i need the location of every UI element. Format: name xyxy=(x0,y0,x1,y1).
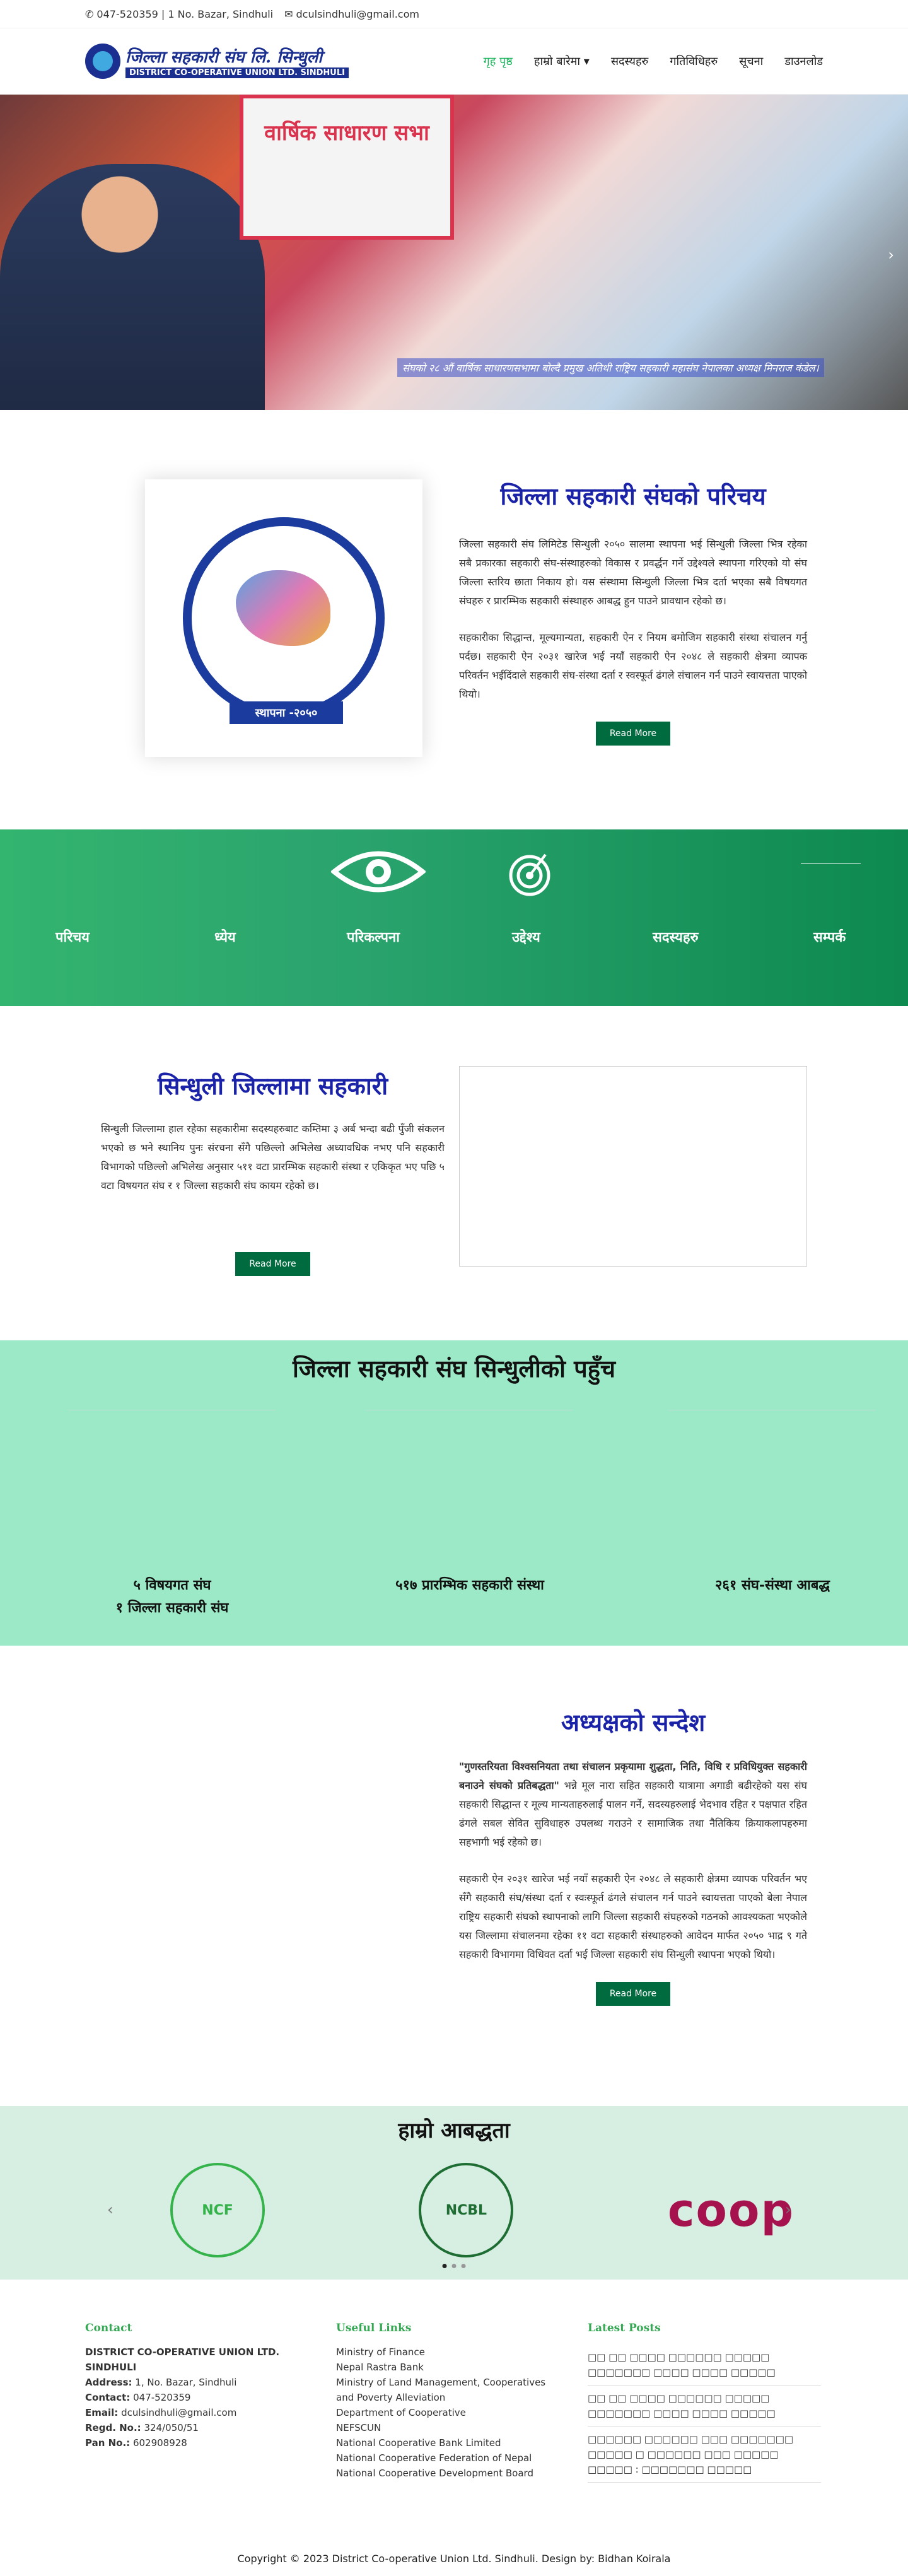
ncbl-logo[interactable]: NCBL xyxy=(419,2163,514,2257)
seal-icon: स्थापना -२०५० xyxy=(183,517,385,724)
message-para-1: "गुणस्तरियता विश्वसनियता तथा संचालन प्रक… xyxy=(459,1760,807,1848)
message-title: अध्यक्षको सन्देश xyxy=(561,1708,706,1736)
footer-link[interactable]: Department of Cooperative xyxy=(336,2405,563,2420)
chevron-left-icon[interactable]: ‹ xyxy=(107,2201,114,2218)
coop-image xyxy=(459,1066,807,1267)
topbar: ✆ 047-520359 | 1 No. Bazar, Sindhuli ✉ dcu… xyxy=(0,0,908,28)
hero-slider: वार्षिक साधारण सभा संघको २८ औं वार्षिक स… xyxy=(0,95,908,410)
coop-logo[interactable]: coop xyxy=(668,2184,794,2237)
mail-icon: ✉ xyxy=(284,8,293,20)
chevron-right-icon[interactable]: › xyxy=(785,2201,791,2218)
latest-post[interactable]: □□□□□□ □□□□□□ □□□ □□□□□□□ □□□□□ □ □□□□□□… xyxy=(588,2427,821,2483)
nav-about[interactable]: हाम्रो बारेमा ▾ xyxy=(534,54,590,69)
coop-title: सिन्धुली जिल्लामा सहकारी xyxy=(157,1072,388,1100)
email-info[interactable]: ✉ dculsindhuli@gmail.com xyxy=(284,8,419,20)
footer-links: Useful Links Ministry of Finance Nepal R… xyxy=(336,2321,563,2481)
latest-post[interactable]: □□ □□ □□□□ □□□□□□ □□□□□ □□□□□□□ □□□□ □□□… xyxy=(588,2345,821,2386)
reach-card-3: २६१ संघ-संस्था आबद्ध xyxy=(668,1410,876,1596)
ncf-logo[interactable]: NCF xyxy=(170,2163,265,2257)
nav-download[interactable]: डाउनलोड xyxy=(784,54,823,69)
main-nav: गृह पृष्ठ हाम्रो बारेमा ▾ सदस्यहरु गतिवि… xyxy=(484,54,823,69)
site-logo[interactable]: जिल्ला सहकारी संघ लि. सिन्धुली DISTRICT … xyxy=(85,44,349,79)
carousel-dot[interactable] xyxy=(461,2264,466,2268)
nav-activities[interactable]: गतिविधिहरु xyxy=(670,54,718,69)
carousel-dot[interactable] xyxy=(451,2264,457,2268)
footer-link[interactable]: National Cooperative Bank Limited xyxy=(336,2435,563,2450)
copyright: Copyright © 2023 District Co-operative U… xyxy=(237,2553,671,2565)
intro-section: स्थापना -२०५० जिल्ला सहकारी संघको परिचय … xyxy=(0,410,908,829)
coop-para: सिन्धुली जिल्लामा हाल रहेका सहकारीमा सदस… xyxy=(101,1123,445,1191)
hero-banner: वार्षिक साधारण सभा xyxy=(240,95,454,240)
nav-home[interactable]: गृह पृष्ठ xyxy=(484,54,513,69)
header: जिल्ला सहकारी संघ लि. सिन्धुली DISTRICT … xyxy=(0,28,908,95)
target-icon xyxy=(504,847,555,900)
footer-link[interactable]: Ministry of Land Management, Cooperative… xyxy=(336,2375,563,2405)
carousel-dot[interactable] xyxy=(442,2264,447,2268)
cooperative-section: सिन्धुली जिल्लामा सहकारी सिन्धुली जिल्ला… xyxy=(0,1006,908,1340)
intro-para-2: सहकारीका सिद्धान्त, मूल्यमान्यता, सहकारी… xyxy=(459,631,807,700)
phone-info: ✆ 047-520359 | 1 No. Bazar, Sindhuli xyxy=(85,8,274,20)
footer-posts: Latest Posts □□ □□ □□□□ □□□□□□ □□□□□ □□□… xyxy=(588,2321,827,2483)
reach-image-2 xyxy=(366,1410,574,1567)
nav-notice[interactable]: सूचना xyxy=(739,54,763,69)
reach-image-3 xyxy=(668,1410,876,1567)
chevron-right-icon[interactable]: › xyxy=(888,246,894,264)
footer-link[interactable]: National Cooperative Federation of Nepal xyxy=(336,2450,563,2466)
strip-item-members[interactable]: सदस्यहरु xyxy=(653,927,699,946)
footer-link[interactable]: Nepal Rastra Bank xyxy=(336,2360,563,2375)
hero-caption: संघको २८ औं वार्षिक साधारणसभामा बोल्दै प… xyxy=(397,358,824,377)
hero-photo xyxy=(0,164,265,410)
features-strip: परिचय ध्येय परिकल्पना उद्देश्य सदस्यहरु … xyxy=(0,829,908,1006)
affiliation-title: हाम्रो आबद्धता xyxy=(398,2118,510,2143)
footer-link[interactable]: National Cooperative Development Board xyxy=(336,2466,563,2481)
chairman-message-section: अध्यक्षको सन्देश "गुणस्तरियता विश्वसनियत… xyxy=(0,1646,908,2106)
reach-card-2: ५१७ प्रारम्भिक सहकारी संस्था xyxy=(366,1410,574,1596)
broken-image-icon xyxy=(801,850,861,864)
chevron-down-icon: ▾ xyxy=(583,55,590,68)
logo-title: जिल्ला सहकारी संघ लि. सिन्धुली xyxy=(125,47,322,67)
intro-para-1: जिल्ला सहकारी संघ लिमिटेड सिन्धुली २०५० … xyxy=(459,538,807,607)
reach-image-1 xyxy=(68,1410,276,1567)
strip-item-intro[interactable]: परिचय xyxy=(55,927,90,946)
strip-item-contact[interactable]: सम्पर्क xyxy=(813,927,846,946)
union-seal-image: स्थापना -२०५० xyxy=(145,479,422,757)
latest-post[interactable]: □□ □□ □□□□ □□□□□□ □□□□□ □□□□□□□ □□□□ □□□… xyxy=(588,2386,821,2427)
footer-link[interactable]: NEFSCUN xyxy=(336,2420,563,2435)
intro-read-more-button[interactable]: Read More xyxy=(595,722,671,746)
intro-title: जिल्ला सहकारी संघको परिचय xyxy=(500,482,766,510)
message-para-2: सहकारी ऐन २०३१ खारेज भई नयाँ सहकारी ऐन २… xyxy=(459,1873,807,1960)
strip-item-vision[interactable]: परिकल्पना xyxy=(347,927,400,946)
message-read-more-button[interactable]: Read More xyxy=(595,1982,671,2006)
strip-item-objective[interactable]: उद्देश्य xyxy=(512,927,540,946)
phone-icon: ✆ xyxy=(85,8,94,20)
carousel-dots xyxy=(442,2264,466,2268)
footer-link[interactable]: Ministry of Finance xyxy=(336,2345,563,2360)
nav-members[interactable]: सदस्यहरु xyxy=(611,54,649,69)
affiliation-section: हाम्रो आबद्धता ‹ NCF NCBL coop › xyxy=(0,2106,908,2280)
logo-subtitle: DISTRICT CO-OPERATIVE UNION LTD. SINDHUL… xyxy=(125,67,349,78)
footer: Contact DISTRICT CO-OPERATIVE UNION LTD.… xyxy=(0,2280,908,2576)
strip-item-goal[interactable]: ध्येय xyxy=(214,927,236,946)
reach-section: जिल्ला सहकारी संघ सिन्धुलीको पहुँच ५ विष… xyxy=(0,1340,908,1646)
coop-read-more-button[interactable]: Read More xyxy=(235,1252,310,1276)
eye-icon xyxy=(330,848,427,898)
logo-emblem-icon xyxy=(85,44,120,79)
footer-contact: Contact DISTRICT CO-OPERATIVE UNION LTD.… xyxy=(85,2322,280,2449)
reach-title: जिल्ला सहकारी संघ सिन्धुलीको पहुँच xyxy=(292,1354,616,1383)
reach-card-1: ५ विषयगत संघ १ जिल्ला सहकारी संघ xyxy=(68,1410,276,1619)
